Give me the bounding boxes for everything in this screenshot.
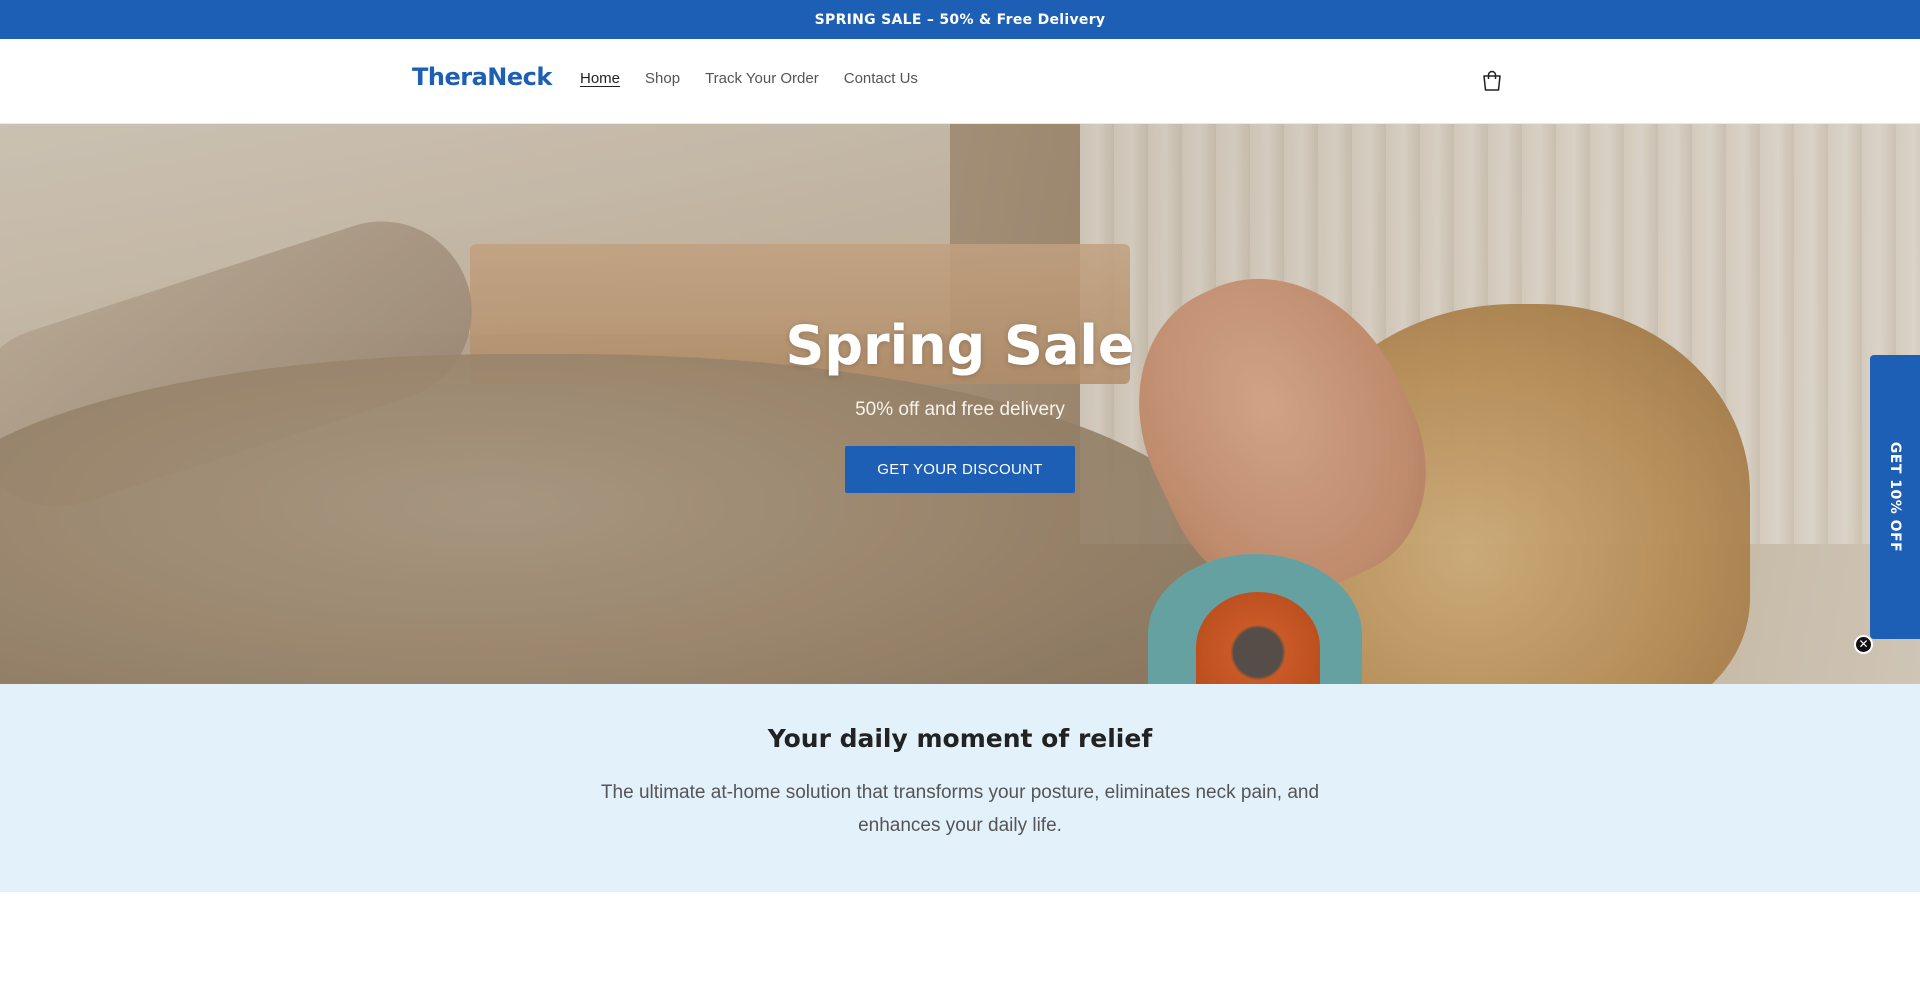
nav-track-order[interactable]: Track Your Order [705,70,819,88]
close-icon[interactable]: ✕ [1854,635,1873,654]
announcement-bar: SPRING SALE – 50% & Free Delivery [0,0,1920,39]
logo[interactable]: TheraNeck [412,63,552,91]
relief-section: Your daily moment of relief The ultimate… [0,684,1920,892]
relief-body: The ultimate at-home solution that trans… [600,782,1320,836]
side-tab-label: GET 10% OFF [1887,441,1904,553]
get-10-off-tab[interactable]: GET 10% OFF [1870,355,1920,639]
hero-banner: Spring Sale 50% off and free delivery GE… [0,124,1920,684]
nav-home[interactable]: Home [580,70,620,88]
nav-contact-us[interactable]: Contact Us [844,70,918,88]
main-nav: Home Shop Track Your Order Contact Us [580,70,943,88]
hero-title: Spring Sale [785,314,1135,377]
site-header: TheraNeck Home Shop Track Your Order Con… [0,39,1920,124]
shopping-bag-icon[interactable] [1480,69,1504,93]
nav-shop[interactable]: Shop [645,70,680,88]
hero-subtitle: 50% off and free delivery [855,399,1065,420]
relief-heading: Your daily moment of relief [767,724,1153,753]
get-discount-button[interactable]: GET YOUR DISCOUNT [845,446,1075,493]
announcement-text: SPRING SALE – 50% & Free Delivery [814,11,1106,28]
